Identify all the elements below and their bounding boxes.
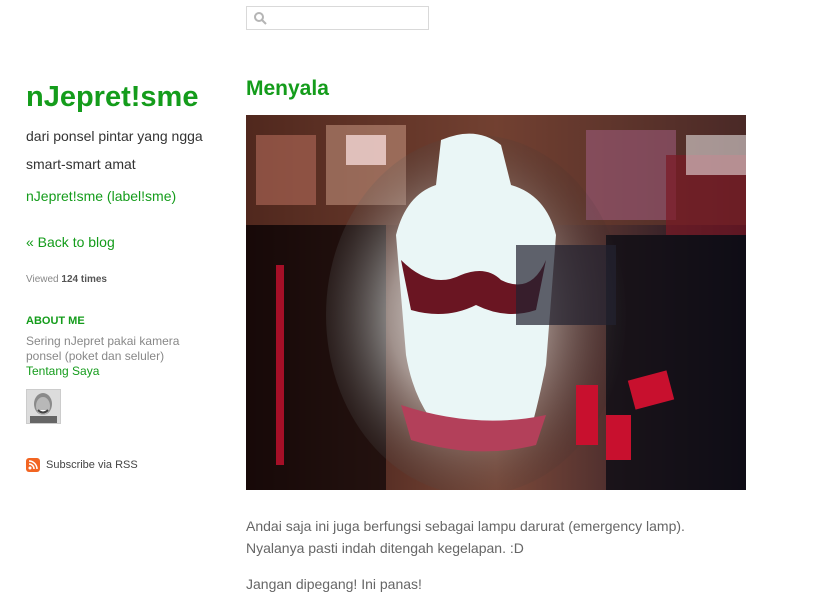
post-body: Andai saja ini juga berfungsi sebagai la… [246, 515, 746, 595]
search-box[interactable] [246, 6, 429, 30]
viewed-count: 124 times [61, 274, 107, 285]
viewed-prefix: Viewed [26, 274, 59, 285]
main-content: Menyala Andai saja ini juga berfungsi se… [246, 76, 746, 609]
blog-title[interactable]: nJepret!sme [26, 78, 226, 116]
blog-description: dari ponsel pintar yang ngga smart-smart… [26, 128, 203, 172]
post-paragraph: Andai saja ini juga berfungsi sebagai la… [246, 518, 685, 556]
post-paragraph: Jangan dipegang! Ini panas! [246, 576, 422, 592]
about-heading: ABOUT ME [26, 315, 85, 327]
label-link[interactable]: nJepret!sme (label!sme) [26, 188, 226, 204]
search-input[interactable] [271, 9, 425, 29]
post-photo[interactable] [246, 115, 746, 490]
view-counter: Viewed 124 times [26, 274, 226, 285]
about-link[interactable]: Tentang Saya [26, 364, 226, 379]
rss-link[interactable]: Subscribe via RSS [46, 459, 138, 471]
avatar[interactable] [26, 389, 61, 424]
back-to-blog-link[interactable]: « Back to blog [26, 234, 226, 250]
about-text: Sering nJepret pakai kamera ponsel (poke… [26, 334, 180, 363]
lingerie-store-photo [246, 115, 746, 490]
rss-subscribe[interactable]: Subscribe via RSS [26, 458, 226, 472]
search-icon [254, 12, 267, 25]
rss-icon [26, 458, 40, 472]
avatar-image [27, 390, 60, 423]
post-title[interactable]: Menyala [246, 76, 746, 102]
sidebar: nJepret!sme dari ponsel pintar yang ngga… [26, 78, 226, 472]
